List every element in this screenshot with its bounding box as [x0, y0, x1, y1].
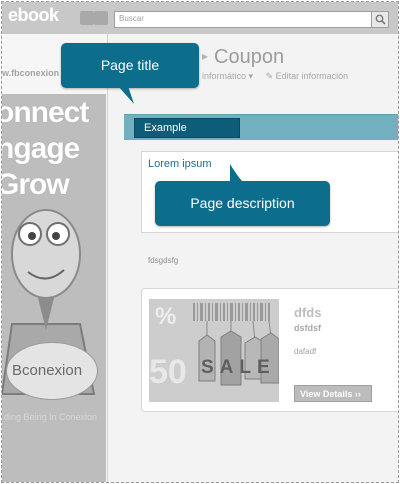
profile-poster-image: onnect ngage Grow Bconexion ding Being I… — [2, 94, 106, 482]
friend-requests-icon[interactable] — [80, 11, 94, 25]
view-details-button[interactable]: View Details ›› — [294, 385, 372, 402]
view-details-label: View Details ›› — [300, 389, 361, 399]
coupon-image-percent: % — [155, 303, 177, 330]
coupon-subtitle: dsfdsf — [294, 323, 321, 333]
left-sidebar: w.fbconexion onnect ngage Grow Bconexion… — [2, 34, 108, 482]
description-heading: Lorem ipsum — [148, 158, 212, 170]
cartoon-character-illustration — [2, 209, 96, 395]
search-placeholder: Buscar — [119, 14, 144, 23]
page-description-callout: Page description — [155, 181, 330, 226]
pencil-icon: ✎ — [265, 71, 274, 81]
coupon-title: dfds — [294, 305, 322, 320]
screenshot-frame: ebook Buscar w.fbconexion onnect ngage G… — [1, 1, 399, 483]
coupon-description: dafadf — [294, 347, 317, 356]
sub-navigation: informático ▾ ✎ Editar información — [202, 71, 348, 82]
poster-slogan: ding Being In Conexion — [4, 412, 98, 422]
tab-bar: Example — [124, 114, 398, 140]
tab-example[interactable]: Example — [134, 118, 240, 138]
brand-logo[interactable]: ebook — [8, 5, 59, 26]
page-title-callout-tail — [118, 86, 134, 104]
page-title-callout: Page title — [61, 43, 199, 88]
search-button[interactable] — [371, 11, 389, 28]
category-dropdown[interactable]: informático ▾ — [202, 71, 253, 81]
coupon-card: % 50 SALE dfds dsfdsf dafadf View Detail… — [141, 288, 398, 412]
coupon-image-number: 50 — [149, 353, 187, 391]
edit-info-link[interactable]: Editar información — [276, 71, 349, 81]
body-text: fdsgdsfg — [148, 256, 179, 265]
messages-icon[interactable] — [94, 11, 108, 25]
search-input[interactable]: Buscar — [114, 11, 389, 28]
app-title: Coupon — [214, 46, 285, 68]
search-icon — [375, 14, 386, 25]
page-url[interactable]: w.fbconexion — [2, 68, 59, 78]
page-description-callout-tail — [230, 164, 242, 181]
top-bar: ebook Buscar — [2, 2, 398, 34]
coupon-image-sale: SALE — [201, 357, 276, 378]
coupon-image: % 50 SALE — [149, 299, 279, 402]
tab-label: Example — [144, 122, 187, 134]
poster-bubble-text: Bconexion — [12, 362, 83, 379]
